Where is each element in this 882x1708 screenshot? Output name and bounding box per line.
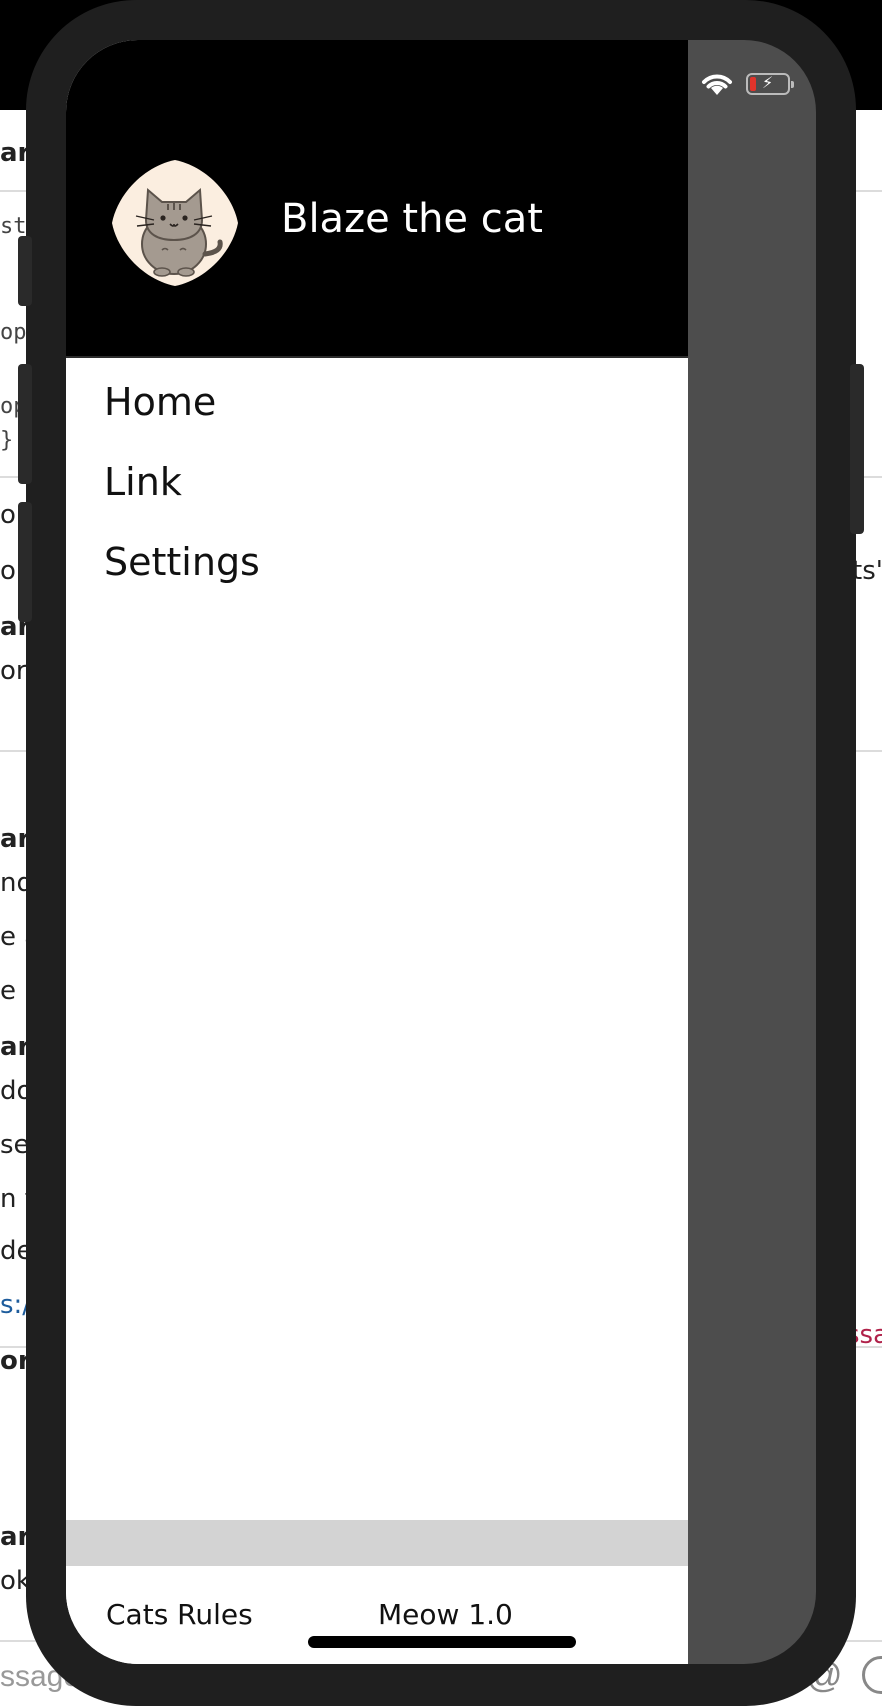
volume-down-button bbox=[18, 502, 32, 622]
app-version: Meow 1.0 bbox=[378, 1598, 513, 1631]
notch bbox=[232, 40, 652, 100]
power-button bbox=[850, 364, 864, 534]
chat-text-fragment: } bbox=[0, 428, 14, 453]
footer-left-text: Cats Rules bbox=[106, 1598, 253, 1631]
navigation-drawer: Blaze the cat Home Link Settings Cats Ru… bbox=[66, 40, 688, 1664]
home-indicator[interactable] bbox=[308, 1636, 576, 1648]
phone-screen: ⚡ Blaze the cat Home Link Settings Cats … bbox=[66, 40, 816, 1664]
chat-text-fragment: or bbox=[0, 656, 27, 686]
wifi-icon bbox=[702, 74, 732, 95]
menu-item-home[interactable]: Home bbox=[66, 362, 688, 442]
emoji-icon[interactable] bbox=[862, 1656, 882, 1694]
drawer-menu: Home Link Settings bbox=[66, 360, 688, 602]
menu-item-link[interactable]: Link bbox=[66, 442, 688, 522]
phone-frame: ⚡ Blaze the cat Home Link Settings Cats … bbox=[18, 0, 864, 1706]
chat-text-fragment: ts' bbox=[852, 556, 882, 586]
drawer-footer-divider bbox=[66, 1520, 688, 1566]
user-name: Blaze the cat bbox=[281, 196, 543, 242]
status-bar: ⚡ bbox=[700, 70, 794, 98]
battery-charging-icon: ⚡ bbox=[746, 73, 794, 95]
mute-switch bbox=[18, 236, 32, 306]
menu-item-settings[interactable]: Settings bbox=[66, 522, 688, 602]
drawer-footer: Cats Rules Meow 1.0 bbox=[66, 1566, 688, 1664]
cat-avatar-icon bbox=[112, 160, 238, 286]
volume-up-button bbox=[18, 364, 32, 484]
